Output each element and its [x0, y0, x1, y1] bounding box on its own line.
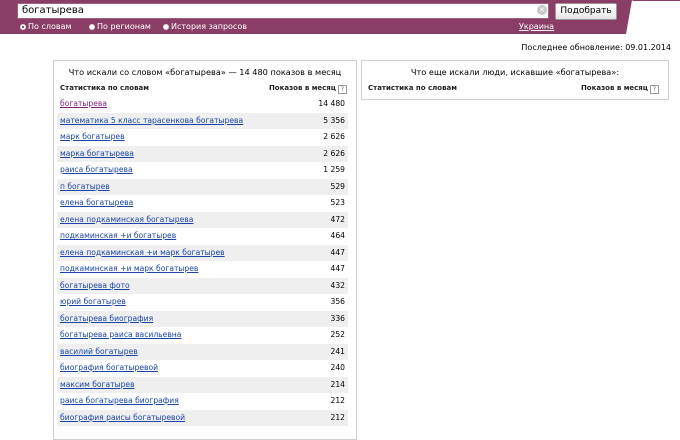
- radio-icon: [89, 24, 95, 30]
- query-link[interactable]: раиса богатырева: [60, 165, 133, 174]
- query-link[interactable]: марк богатырев: [60, 132, 125, 141]
- tab-by-regions[interactable]: По регионам: [89, 22, 151, 32]
- impressions-count: 212: [330, 412, 346, 422]
- query-link[interactable]: елена богатырева: [60, 198, 133, 207]
- impressions-count: 5 356: [323, 115, 345, 125]
- impressions-count: 356: [330, 297, 346, 306]
- query-link[interactable]: марка богатырева: [60, 149, 134, 158]
- tab-label: История запросов: [171, 22, 247, 31]
- pick-button[interactable]: Подобрать: [555, 3, 617, 20]
- results-table: богатырева 14 480 математика 5 класс тарас…: [57, 96, 348, 426]
- query-link[interactable]: математика 5 класс тарасенкова богатырев…: [60, 116, 243, 125]
- table-row: богатырева 14 480: [57, 96, 348, 113]
- query-link[interactable]: богатырева фото: [60, 281, 130, 290]
- table-row: елена подкаминская богатырева 472: [57, 211, 348, 228]
- impressions-count: 241: [330, 346, 346, 356]
- query-link[interactable]: п богатырев: [60, 182, 110, 191]
- query-link[interactable]: подкаминская +и марк богатырев: [60, 264, 198, 273]
- table-row: марка богатырева 2 626: [57, 145, 348, 162]
- impressions-count: 214: [330, 379, 346, 389]
- impressions-count: 2 626: [323, 132, 345, 141]
- table-row: юрий богатырев 356: [57, 294, 348, 311]
- region-link[interactable]: Украина: [519, 22, 554, 32]
- impressions-count: 212: [330, 396, 346, 405]
- impressions-count: 472: [330, 214, 346, 224]
- help-icon[interactable]: ?: [338, 85, 347, 94]
- table-row: п богатырев 529: [57, 178, 348, 195]
- tab-label: По словам: [28, 22, 72, 31]
- words-panel: Что искали со словом «богатырева» — 14 4…: [53, 60, 357, 440]
- search-header: богатырева × Подобрать По словам По реги…: [0, 0, 680, 36]
- table-row: биография богатыревой 240: [57, 360, 348, 377]
- last-update: Последнее обновление: 09.01.2014: [521, 43, 671, 52]
- panel-title: Что искали со словом «богатырева» — 14 4…: [68, 67, 342, 77]
- table-row: максим богатырев 214: [57, 376, 348, 393]
- query-link[interactable]: богатырева раиса васильевна: [60, 330, 181, 339]
- query-link[interactable]: елена подкаминская богатырева: [60, 215, 193, 224]
- query-link[interactable]: подкаминская +и богатырев: [60, 231, 176, 240]
- table-row: раиса богатырева 1 259: [57, 162, 348, 179]
- table-row: богатырева раиса васильевна 252: [57, 327, 348, 344]
- query-link[interactable]: раиса богатырева биография: [60, 396, 179, 405]
- column-header-count: Показов в месяц?: [269, 84, 347, 94]
- tab-history[interactable]: История запросов: [163, 22, 247, 32]
- table-row: подкаминская +и богатырев 464: [57, 228, 348, 245]
- query-link[interactable]: биография богатыревой: [60, 363, 158, 372]
- query-link[interactable]: богатырева биография: [60, 314, 153, 323]
- help-icon[interactable]: ?: [650, 85, 659, 94]
- impressions-count: 447: [330, 247, 346, 257]
- impressions-count: 252: [330, 330, 346, 339]
- query-link[interactable]: юрий богатырев: [60, 297, 126, 306]
- impressions-count: 2 626: [323, 148, 345, 158]
- table-row: подкаминская +и марк богатырев 447: [57, 261, 348, 278]
- impressions-count: 1 259: [323, 165, 345, 174]
- table-row: биография раисы богатыревой 212: [57, 409, 348, 426]
- query-link[interactable]: василий богатырев: [60, 347, 138, 356]
- column-header-query: Статистика по словам: [368, 84, 457, 92]
- table-row: раиса богатырева биография 212: [57, 393, 348, 410]
- tab-by-words[interactable]: По словам: [20, 22, 72, 32]
- query-link[interactable]: максим богатырев: [60, 380, 135, 389]
- column-header-query: Статистика по словам: [60, 84, 149, 92]
- close-icon[interactable]: ×: [537, 5, 547, 15]
- table-row: василий богатырев 241: [57, 343, 348, 360]
- tab-label: По регионам: [97, 22, 151, 31]
- impressions-count: 14 480: [318, 99, 345, 108]
- radio-selected-icon: [20, 24, 26, 30]
- panel-title: Что еще искали люди, искавшие «богатырев…: [410, 67, 620, 77]
- column-header-count: Показов в месяц?: [581, 84, 659, 94]
- table-row: богатырева биография 336: [57, 310, 348, 327]
- impressions-count: 523: [330, 198, 346, 207]
- query-link[interactable]: елена подкаминская +и марк богатырев: [60, 248, 225, 257]
- table-row: богатырева фото 432: [57, 277, 348, 294]
- impressions-count: 432: [330, 280, 346, 290]
- impressions-count: 529: [330, 181, 346, 191]
- query-link[interactable]: биография раисы богатыревой: [60, 413, 185, 422]
- impressions-count: 447: [330, 264, 346, 273]
- impressions-count: 336: [330, 313, 346, 323]
- table-row: математика 5 класс тарасенкова богатырев…: [57, 112, 348, 129]
- table-row: марк богатырев 2 626: [57, 129, 348, 146]
- impressions-count: 240: [330, 363, 346, 372]
- search-input[interactable]: богатырева: [17, 3, 549, 19]
- table-row: елена подкаминская +и марк богатырев 447: [57, 244, 348, 261]
- radio-icon: [163, 24, 169, 30]
- impressions-count: 464: [330, 231, 346, 240]
- query-link[interactable]: богатырева: [60, 99, 107, 108]
- related-panel: Что еще искали люди, искавшие «богатырев…: [361, 60, 669, 100]
- table-row: елена богатырева 523: [57, 195, 348, 212]
